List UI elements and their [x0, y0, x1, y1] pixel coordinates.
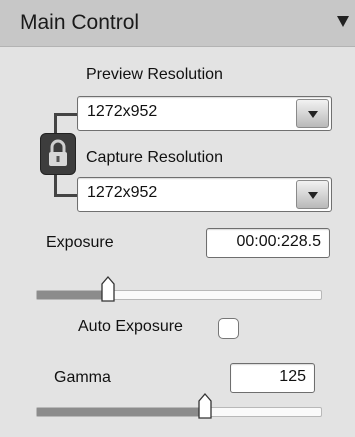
dropdown-arrow-icon[interactable] [296, 99, 329, 128]
lock-bracket-bottom [54, 174, 77, 197]
panel-title: Main Control [20, 11, 140, 34]
gamma-value-field[interactable]: 125 [230, 363, 315, 393]
capture-resolution-label: Capture Resolution [86, 149, 223, 166]
main-control-panel: Main Control Preview Resolution 1272x952… [0, 0, 355, 437]
auto-exposure-checkbox[interactable] [218, 318, 239, 339]
auto-exposure-label: Auto Exposure [78, 318, 183, 335]
lock-icon[interactable] [40, 133, 76, 175]
gamma-label: Gamma [54, 369, 111, 386]
dropdown-arrow-icon[interactable] [296, 180, 329, 209]
preview-resolution-value: 1272x952 [87, 103, 158, 120]
exposure-slider-fill [37, 291, 108, 299]
exposure-label: Exposure [46, 234, 114, 251]
slider-thumb-icon[interactable] [101, 276, 115, 302]
preview-resolution-select[interactable]: 1272x952 [77, 96, 332, 131]
chevron-down-icon[interactable] [337, 16, 349, 27]
gamma-slider-fill [37, 408, 205, 416]
gamma-slider[interactable] [36, 393, 322, 419]
exposure-slider[interactable] [36, 276, 322, 302]
panel-header[interactable]: Main Control [0, 0, 355, 47]
capture-resolution-select[interactable]: 1272x952 [77, 177, 332, 212]
capture-resolution-value: 1272x952 [87, 184, 158, 201]
exposure-value-field[interactable]: 00:00:228.5 [206, 228, 330, 258]
slider-thumb-icon[interactable] [197, 393, 212, 419]
preview-resolution-label: Preview Resolution [86, 66, 223, 83]
